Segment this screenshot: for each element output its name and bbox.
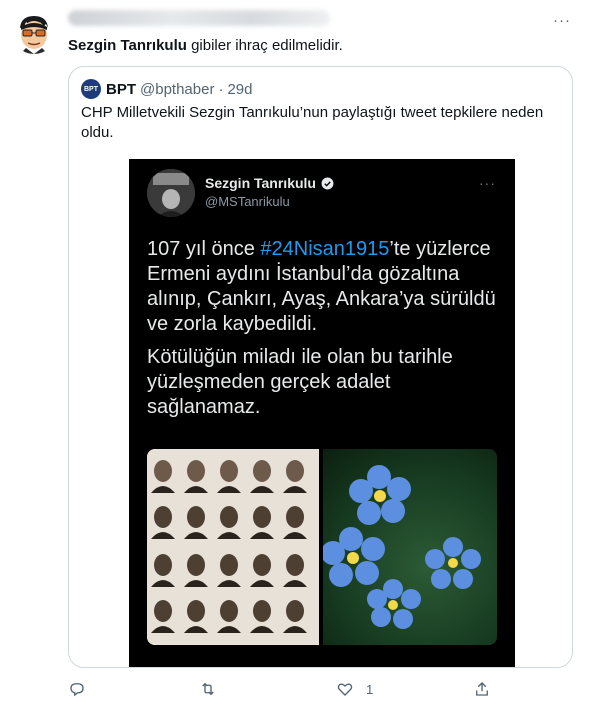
reply-tweet-text: Sezgin Tanrıkulu gibiler ihraç edilmelid… (68, 36, 343, 56)
quoted-media-screenshot[interactable]: Sezgin Tanrıkulu @MSTanrikulu ··· 107 yı… (129, 159, 515, 667)
embedded-author-name: Sezgin Tanrıkulu (205, 175, 334, 191)
quoted-author-name[interactable]: BPT (106, 81, 136, 98)
retweet-icon (202, 682, 214, 696)
embedded-author-name-text: Sezgin Tanrıkulu (205, 175, 316, 191)
quoted-timestamp[interactable]: 29d (227, 81, 252, 98)
more-options-icon[interactable]: ··· (553, 12, 571, 29)
quoted-author-handle[interactable]: @bpthaber (140, 81, 214, 98)
reply-button[interactable] (68, 680, 86, 698)
quoted-tweet-text: CHP Milletvekili Sezgin Tanrıkulu’nun pa… (81, 104, 544, 141)
like-count: 1 (366, 681, 374, 697)
bpt-logo[interactable]: BPT (81, 79, 101, 99)
embedded-author-handle: @MSTanrikulu (205, 194, 290, 209)
quoted-tweet-card[interactable]: BPT BPT @bpthaber · 29d CHP Milletvekili… (68, 66, 573, 668)
retweet-button[interactable] (199, 680, 217, 698)
embedded-tweet-body: 107 yıl önce #24Nisan1915’te yüzlerce Er… (147, 237, 507, 420)
embedded-hashtag: #24Nisan1915 (260, 238, 390, 260)
blurred-user-header (68, 10, 330, 26)
quoted-tweet-header: BPT BPT @bpthaber · 29d (81, 79, 256, 99)
share-button[interactable] (473, 680, 491, 698)
heart-icon (337, 683, 353, 696)
embedded-text-second: Kötülüğün miladı ile olan bu tarihle yüz… (147, 346, 453, 418)
share-icon (476, 682, 488, 696)
cartoon-avatar-icon (12, 10, 56, 54)
reply-text-rest: gibiler ihraç edilmelidir. (186, 37, 343, 54)
embedded-text-start: 107 yıl önce (147, 238, 261, 260)
user-avatar[interactable] (12, 10, 56, 54)
portrait-photo-icon (147, 169, 195, 217)
embedded-more-icon: ··· (479, 175, 496, 191)
separator-dot: · (218, 80, 224, 98)
like-button[interactable]: 1 (336, 680, 373, 698)
reply-icon (70, 683, 84, 697)
verified-badge-icon (321, 177, 334, 189)
portrait-grid-icon (147, 449, 319, 645)
flower-icon (323, 465, 481, 629)
portraits-collage-image (147, 449, 319, 645)
tweet-action-bar: 1 (68, 680, 508, 702)
forget-me-not-flowers-image (323, 449, 497, 645)
mention-link[interactable]: Sezgin Tanrıkulu (68, 37, 187, 54)
embedded-author-avatar (147, 169, 195, 217)
